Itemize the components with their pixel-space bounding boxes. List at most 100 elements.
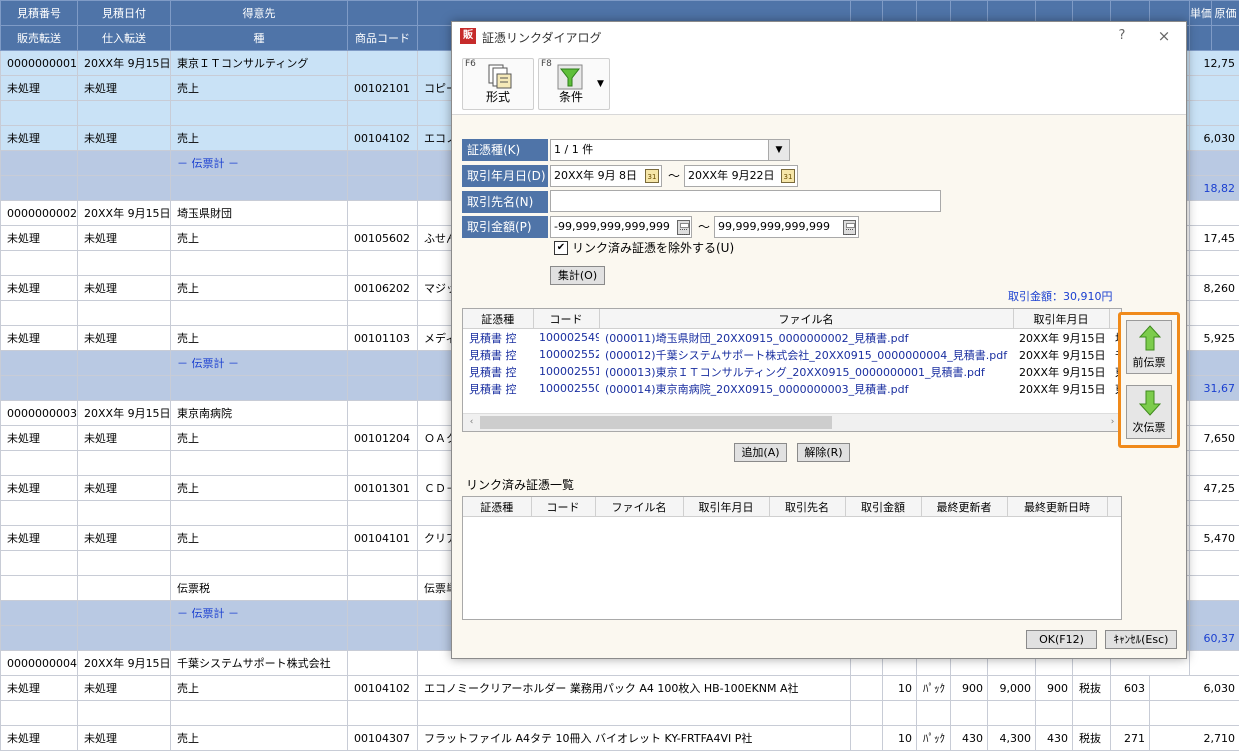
- dialog-titlebar[interactable]: 販 証憑リンクダイアログ ? ×: [452, 22, 1186, 52]
- voucher-link-dialog[interactable]: 販 証憑リンクダイアログ ? × F6 形式 F8 ▼ 条件 証憑種(K) 1 …: [451, 21, 1187, 659]
- prev-voucher-button[interactable]: 前伝票: [1126, 320, 1172, 374]
- grid-cell: [347, 400, 418, 426]
- grid-cell: [1149, 700, 1239, 726]
- exclude-linked-checkbox[interactable]: ✔: [554, 241, 568, 255]
- grid-cell: [77, 250, 171, 276]
- grid-cell: [77, 150, 171, 176]
- grid-cell: [170, 500, 348, 526]
- grid-cell: [170, 300, 348, 326]
- column-header[interactable]: 最終更新日時: [1007, 497, 1108, 517]
- grid-cell: [170, 250, 348, 276]
- doc-type-label: 証憑種(K): [462, 139, 548, 161]
- calculator-icon[interactable]: [843, 220, 856, 235]
- help-button[interactable]: ?: [1112, 26, 1132, 46]
- grid-cell: [347, 650, 418, 676]
- column-header[interactable]: 取引年月日: [683, 497, 770, 517]
- calendar-icon[interactable]: 31: [645, 169, 659, 183]
- grid-cell: 18,82: [1189, 175, 1239, 201]
- grid-cell: [916, 700, 951, 726]
- exclude-linked-label[interactable]: リンク済み証憑を除外する(U): [572, 239, 734, 256]
- grid-cell: 売上: [170, 75, 348, 101]
- grid-cell: 東京南病院: [170, 400, 348, 426]
- grid-cell: 4,300: [987, 725, 1036, 751]
- doc-type-select[interactable]: 1 / 1 件 ▼: [550, 139, 790, 161]
- grid-cell: [170, 700, 348, 726]
- column-header[interactable]: 取引年月日: [1013, 309, 1110, 329]
- voucher-cell: 100002549: [539, 331, 599, 344]
- remove-button[interactable]: 解除(R): [797, 443, 850, 462]
- column-header[interactable]: 最終更新者: [921, 497, 1008, 517]
- scrollbar-thumb[interactable]: [480, 416, 832, 429]
- voucher-row[interactable]: 見積書 控 100002551 (000013)東京ＩＴコンサルティング_20XX0…: [463, 363, 1121, 380]
- column-header[interactable]: コード: [531, 497, 596, 517]
- grid-cell: [0, 150, 78, 176]
- table-row[interactable]: 未処理 未処理 売上 00104102 エコノミークリアーホルダー 業務用パック A4 …: [0, 675, 1239, 701]
- grid-cell: 販売転送: [0, 25, 78, 51]
- scroll-left-icon[interactable]: ‹: [463, 414, 480, 431]
- add-button[interactable]: 追加(A): [734, 443, 787, 462]
- format-label: 形式: [485, 90, 510, 104]
- column-header[interactable]: コード: [533, 309, 600, 329]
- arrow-down-icon: [1139, 390, 1161, 416]
- grid-cell: [1110, 700, 1150, 726]
- grid-cell: [77, 500, 171, 526]
- calculator-icon[interactable]: [677, 220, 690, 235]
- table-row[interactable]: [0, 700, 1239, 726]
- grid-cell: 未処理: [77, 525, 171, 551]
- voucher-row[interactable]: 見積書 控 100002552 (000012)千葉システムサポート株式会社_20X…: [463, 346, 1121, 363]
- grid-cell: [347, 250, 418, 276]
- horizontal-scrollbar[interactable]: ‹ ›: [463, 413, 1121, 431]
- grid-cell: [170, 550, 348, 576]
- grid-cell: [0, 625, 78, 651]
- sum-button[interactable]: 集計(O): [550, 266, 605, 285]
- grid-cell: [347, 450, 418, 476]
- voucher-row[interactable]: 見積書 控 100002549 (000011)埼玉県財団_20XX0915_000…: [463, 329, 1121, 347]
- voucher-nav-group: 前伝票 次伝票: [1118, 312, 1180, 448]
- grid-cell: 未処理: [77, 275, 171, 301]
- grid-cell: [77, 700, 171, 726]
- chevron-down-icon[interactable]: ▼: [768, 140, 789, 160]
- format-fkey: F6: [465, 59, 476, 69]
- doc-type-value: 1 / 1 件: [554, 143, 594, 156]
- partner-input[interactable]: [550, 190, 941, 212]
- column-header[interactable]: 取引金額: [845, 497, 922, 517]
- grid-cell: 売上: [170, 425, 348, 451]
- close-button[interactable]: ×: [1152, 26, 1176, 46]
- calendar-icon[interactable]: 31: [781, 169, 795, 183]
- voucher-list[interactable]: 証憑種 コード ファイル名 取引年月日 見積書 控 100002549 (000011)埼…: [462, 308, 1122, 432]
- grid-cell: [1072, 700, 1111, 726]
- grid-cell: 売上: [170, 725, 348, 751]
- grid-cell: 千葉システムサポート株式会社: [170, 650, 348, 676]
- condition-button[interactable]: F8 ▼ 条件: [538, 58, 610, 110]
- grid-cell: [0, 250, 78, 276]
- grid-cell: 271: [1110, 725, 1150, 751]
- next-voucher-button[interactable]: 次伝票: [1126, 385, 1172, 439]
- linked-voucher-list[interactable]: 証憑種 コード ファイル名 取引年月日 取引先名 取引金額 最終更新者 最終更新日時: [462, 496, 1122, 620]
- grid-cell: 得意先: [170, 0, 348, 26]
- filter-icon: [557, 64, 583, 90]
- grid-cell: 00104102: [347, 675, 418, 701]
- grid-cell: 見積番号: [0, 0, 78, 26]
- column-header[interactable]: ファイル名: [599, 309, 1014, 329]
- column-header[interactable]: 取引先名: [769, 497, 846, 517]
- grid-cell: 原価: [1211, 0, 1239, 26]
- column-header[interactable]: ファイル名: [595, 497, 684, 517]
- date-to-input[interactable]: 20XX年 9月22日 31: [684, 165, 798, 187]
- grid-cell: 売上: [170, 225, 348, 251]
- grid-cell: [347, 0, 418, 26]
- column-header[interactable]: 証憑種: [463, 309, 534, 329]
- table-row[interactable]: 未処理 未処理 売上 00104307 フラットファイル A4タテ 10冊入 バイオレッ…: [0, 725, 1239, 751]
- amount-from-input[interactable]: -99,999,999,999,999: [550, 216, 692, 238]
- format-button[interactable]: F6 形式: [462, 58, 534, 110]
- ok-button[interactable]: OK(F12): [1026, 630, 1097, 649]
- grid-cell: [417, 700, 851, 726]
- column-header[interactable]: 証憑種: [463, 497, 532, 517]
- grid-cell: [1189, 575, 1239, 601]
- voucher-row[interactable]: 見積書 控 100002550 (000014)東京南病院_20XX0915_000…: [463, 380, 1121, 397]
- grid-cell: 未処理: [0, 275, 78, 301]
- date-label: 取引年月日(D): [462, 165, 548, 187]
- cancel-button[interactable]: ｷｬﾝｾﾙ(Esc): [1105, 630, 1177, 649]
- grid-cell: 未処理: [0, 325, 78, 351]
- date-from-input[interactable]: 20XX年 9月 8日 31: [550, 165, 662, 187]
- amount-to-input[interactable]: 99,999,999,999,999: [714, 216, 859, 238]
